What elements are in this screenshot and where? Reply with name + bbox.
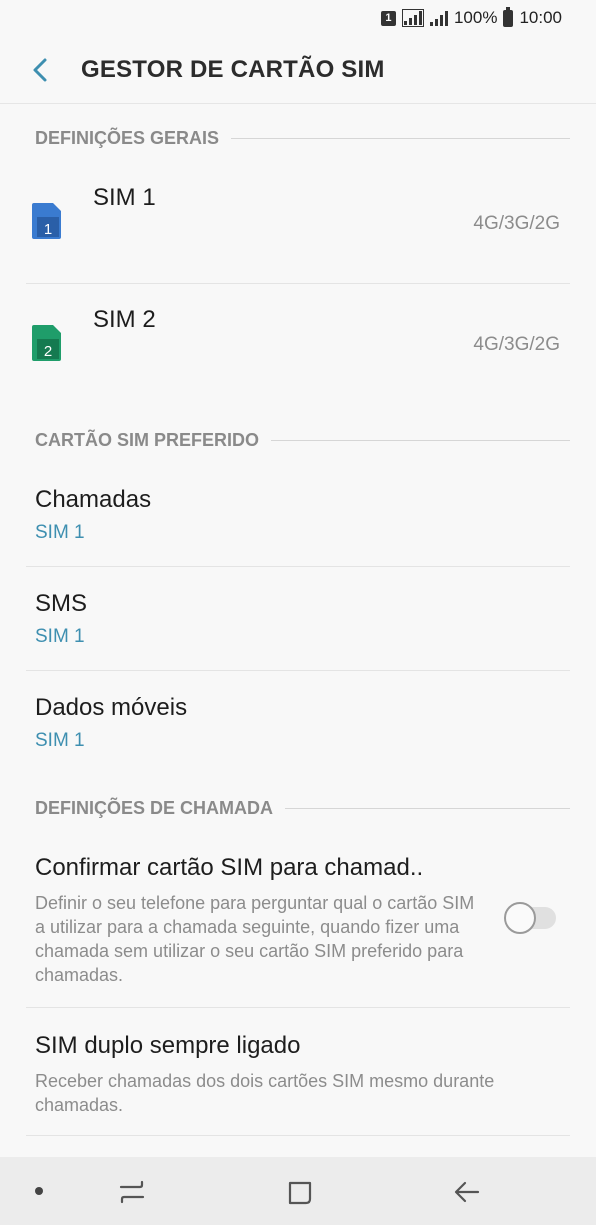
status-icons: 1 100% 10:00 <box>380 6 562 28</box>
signal-icon <box>429 10 448 26</box>
toggle-knob <box>504 902 536 934</box>
dual-sim-always-on-row[interactable]: SIM duplo sempre ligado Receber chamadas… <box>0 1014 596 1135</box>
app-header: GESTOR DE CARTÃO SIM <box>0 36 596 104</box>
status-bar: 1 100% 10:00 <box>0 0 596 36</box>
preferred-calls-row[interactable]: Chamadas SIM 1 <box>0 470 596 566</box>
signal-icon <box>401 9 424 27</box>
dot-icon[interactable] <box>35 1187 43 1195</box>
sim-2-network: 4G/3G/2G <box>473 334 560 355</box>
battery-percent: 100% <box>453 8 498 27</box>
sim-2-row[interactable]: 2 SIM 2 4G/3G/2G <box>0 284 596 404</box>
sim-1-network: 4G/3G/2G <box>473 213 560 234</box>
clock: 10:00 <box>519 8 562 27</box>
section-divider <box>231 138 570 139</box>
svg-text:1: 1 <box>44 221 52 238</box>
sim-2-name: SIM 2 <box>93 306 156 333</box>
preferred-calls-title: Chamadas <box>35 486 152 513</box>
section-divider <box>271 440 570 441</box>
confirm-sim-title: Confirmar cartão SIM para chamad.. <box>35 854 424 881</box>
sim-1-row[interactable]: 1 SIM 1 4G/3G/2G <box>0 164 596 284</box>
sim-1-icon: 1 <box>380 10 396 26</box>
sim-1-name: SIM 1 <box>93 184 156 211</box>
home-icon[interactable] <box>286 1179 314 1207</box>
divider <box>26 1135 570 1136</box>
preferred-data-value: SIM 1 <box>35 730 85 751</box>
confirm-sim-description: Definir o seu telefone para perguntar qu… <box>35 893 475 985</box>
preferred-sms-row[interactable]: SMS SIM 1 <box>0 574 596 670</box>
section-header-preferred: CARTÃO SIM PREFERIDO <box>35 430 570 451</box>
back-arrow-icon[interactable] <box>452 1179 480 1205</box>
section-header-general: DEFINIÇÕES GERAIS <box>35 128 570 149</box>
sim-card-2-icon: 2 <box>32 325 61 361</box>
section-header-call-settings: DEFINIÇÕES DE CHAMADA <box>35 798 570 819</box>
preferred-sms-title: SMS <box>35 590 88 617</box>
preferred-data-row[interactable]: Dados móveis SIM 1 <box>0 678 596 774</box>
recents-icon[interactable] <box>118 1179 146 1205</box>
section-title: CARTÃO SIM PREFERIDO <box>35 430 260 450</box>
preferred-sms-value: SIM 1 <box>35 626 85 647</box>
divider <box>26 670 570 671</box>
preferred-calls-value: SIM 1 <box>35 522 85 543</box>
divider <box>26 566 570 567</box>
chevron-left-icon[interactable] <box>28 54 52 86</box>
dual-sim-always-on-title: SIM duplo sempre ligado <box>35 1032 301 1059</box>
dual-sim-always-on-description: Receber chamadas dos dois cartões SIM me… <box>35 1071 495 1115</box>
battery-icon <box>503 6 514 27</box>
section-divider <box>285 808 570 809</box>
sim-card-1-icon: 1 <box>32 203 61 239</box>
navigation-bar <box>0 1157 596 1225</box>
confirm-sim-toggle[interactable] <box>504 902 556 934</box>
section-title: DEFINIÇÕES GERAIS <box>35 128 220 148</box>
confirm-sim-row[interactable]: Confirmar cartão SIM para chamad.. Defin… <box>0 836 596 1007</box>
section-title: DEFINIÇÕES DE CHAMADA <box>35 798 274 818</box>
preferred-data-title: Dados móveis <box>35 694 188 721</box>
divider <box>26 1007 570 1008</box>
page-title: GESTOR DE CARTÃO SIM <box>81 56 385 83</box>
svg-text:2: 2 <box>44 343 52 360</box>
